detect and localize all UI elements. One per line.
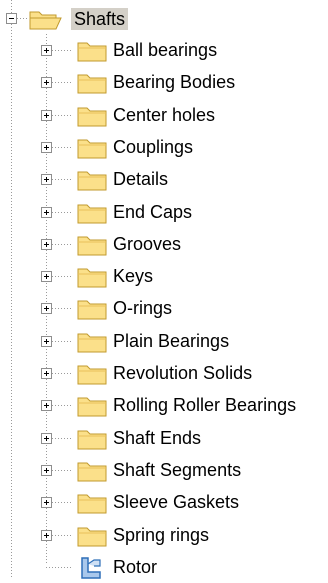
tree-node-label: Couplings xyxy=(113,137,194,157)
folder-icon xyxy=(77,462,107,482)
expand-toggle[interactable] xyxy=(41,336,52,347)
tree-node-label: Shaft Ends xyxy=(113,428,202,448)
folder-icon xyxy=(77,430,107,450)
folder-icon xyxy=(77,333,107,353)
tree-connector-horizontal xyxy=(46,567,72,568)
expand-toggle[interactable] xyxy=(41,303,52,314)
tree-node-label: End Caps xyxy=(113,202,193,222)
expand-toggle[interactable] xyxy=(41,400,52,411)
expand-toggle[interactable] xyxy=(41,497,52,508)
tree-node-2[interactable]: Center holes xyxy=(0,99,328,131)
folder-icon xyxy=(77,236,107,256)
tree-connector-root-horizontal xyxy=(17,18,28,19)
tree-node-4[interactable]: Details xyxy=(0,163,328,195)
folder-icon xyxy=(77,74,107,94)
folder-icon xyxy=(77,397,107,417)
tree-node-6[interactable]: Grooves xyxy=(0,228,328,260)
tree-connector-horizontal xyxy=(52,82,72,83)
expand-toggle[interactable] xyxy=(41,207,52,218)
tree-connector-horizontal xyxy=(52,115,72,116)
tree-node-label: Revolution Solids xyxy=(113,363,253,383)
tree-node-5[interactable]: End Caps xyxy=(0,196,328,228)
tree-connector-horizontal xyxy=(52,244,72,245)
folder-icon xyxy=(77,139,107,159)
tree-node-15[interactable]: Spring rings xyxy=(0,519,328,551)
tree-connector-horizontal xyxy=(52,535,72,536)
expand-toggle[interactable] xyxy=(41,530,52,541)
folder-icon xyxy=(77,494,107,514)
part-icon xyxy=(81,557,101,579)
expand-toggle[interactable] xyxy=(41,142,52,153)
tree-connector-horizontal xyxy=(52,470,72,471)
folder-icon xyxy=(77,171,107,191)
tree-node-10[interactable]: Revolution Solids xyxy=(0,357,328,389)
expand-toggle[interactable] xyxy=(41,174,52,185)
tree-connector-horizontal xyxy=(52,405,72,406)
tree-node-label: Shaft Segments xyxy=(113,460,242,480)
tree-node-label: Plain Bearings xyxy=(113,331,230,351)
folder-icon xyxy=(77,107,107,127)
tree-connector-horizontal xyxy=(52,308,72,309)
tree-node-9[interactable]: Plain Bearings xyxy=(0,325,328,357)
tree-connector-horizontal xyxy=(52,276,72,277)
tree-node-label: Details xyxy=(113,169,169,189)
folder-icon xyxy=(77,204,107,224)
tree-node-7[interactable]: Keys xyxy=(0,260,328,292)
tree-node-12[interactable]: Shaft Ends xyxy=(0,422,328,454)
expand-toggle[interactable] xyxy=(41,465,52,476)
tree-node-11[interactable]: Rolling Roller Bearings xyxy=(0,389,328,421)
tree-node-13[interactable]: Shaft Segments xyxy=(0,454,328,486)
tree-node-label: Sleeve Gaskets xyxy=(113,492,240,512)
tree-node-label: Rolling Roller Bearings xyxy=(113,395,297,415)
tree-connector-horizontal xyxy=(52,341,72,342)
tree-view: Shafts Ball bearings Bearing Bodies Center… xyxy=(0,0,328,579)
tree-connector-horizontal xyxy=(52,502,72,503)
folder-icon xyxy=(77,42,107,62)
tree-node-0[interactable]: Ball bearings xyxy=(0,34,328,66)
tree-node-14[interactable]: Sleeve Gaskets xyxy=(0,486,328,518)
expand-toggle[interactable] xyxy=(41,45,52,56)
expand-toggle[interactable] xyxy=(41,239,52,250)
tree-node-16[interactable]: Rotor xyxy=(0,551,328,583)
folder-icon xyxy=(77,300,107,320)
tree-node-root[interactable]: Shafts xyxy=(0,3,328,35)
tree-node-label: Bearing Bodies xyxy=(113,72,236,92)
tree-node-label: Center holes xyxy=(113,105,216,125)
tree-node-label: Spring rings xyxy=(113,525,210,545)
expand-toggle[interactable] xyxy=(41,271,52,282)
tree-connector-horizontal xyxy=(52,50,72,51)
tree-connector-horizontal xyxy=(52,373,72,374)
tree-node-label: Ball bearings xyxy=(113,40,218,60)
folder-icon xyxy=(77,268,107,288)
tree-connector-horizontal xyxy=(52,179,72,180)
collapse-toggle[interactable] xyxy=(6,13,17,24)
tree-node-label: Grooves xyxy=(113,234,182,254)
folder-open-icon xyxy=(29,11,62,30)
tree-node-3[interactable]: Couplings xyxy=(0,131,328,163)
tree-connector-horizontal xyxy=(52,438,72,439)
tree-node-label: Shafts xyxy=(71,8,129,30)
expand-toggle[interactable] xyxy=(41,110,52,121)
expand-toggle[interactable] xyxy=(41,77,52,88)
tree-connector-horizontal xyxy=(52,212,72,213)
folder-icon xyxy=(77,527,107,547)
expand-toggle[interactable] xyxy=(41,433,52,444)
tree-node-label: Rotor xyxy=(113,557,158,577)
tree-node-1[interactable]: Bearing Bodies xyxy=(0,66,328,98)
tree-connector-horizontal xyxy=(52,147,72,148)
folder-icon xyxy=(77,365,107,385)
tree-node-label: O-rings xyxy=(113,298,173,318)
expand-toggle[interactable] xyxy=(41,368,52,379)
tree-node-label: Keys xyxy=(113,266,154,286)
tree-node-8[interactable]: O-rings xyxy=(0,292,328,324)
